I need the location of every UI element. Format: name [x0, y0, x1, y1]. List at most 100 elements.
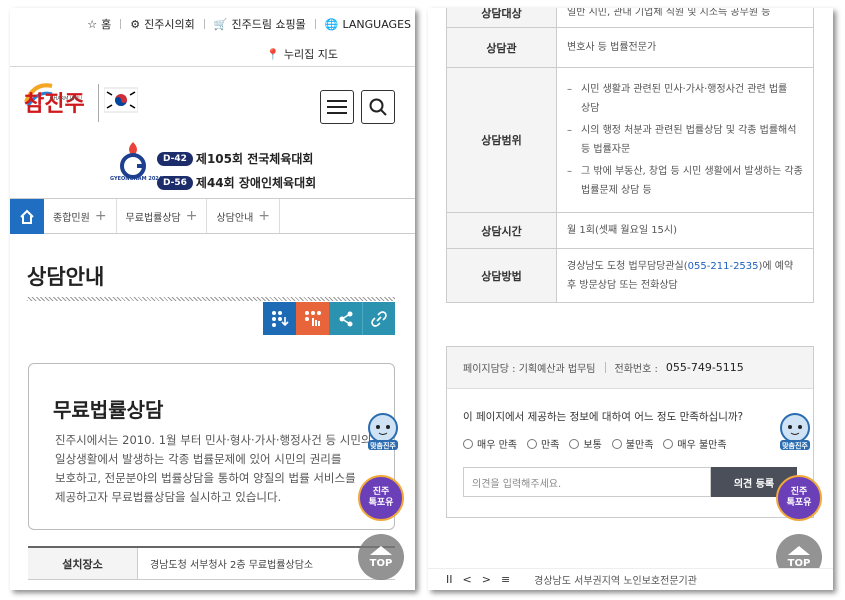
radio-button[interactable]	[463, 438, 473, 449]
touch-icon	[304, 310, 321, 326]
talk-line2: 톡포유	[368, 498, 394, 508]
location-value: 경남도청 서부청사 2층 무료법률상담소	[150, 560, 314, 571]
divider	[314, 19, 316, 29]
breadcrumb-nav: 종합민원 + 무료법률상담 + 상담안내 +	[10, 198, 415, 234]
method-pre: 경상남도 도청 법무담당관실(	[567, 260, 688, 272]
plus-icon: +	[185, 208, 198, 224]
row-label: 상담시간	[447, 213, 557, 248]
list-item: 그 밖에 부동산, 창업 등 시민 생활에서 발생하는 각종 법률문제 상담 등	[567, 162, 803, 200]
arrow-up-icon	[788, 545, 810, 555]
utility-council-link[interactable]: ⚙ 진주시의회	[130, 16, 194, 32]
talk-line1: 진주	[372, 487, 390, 497]
prev-button[interactable]: <	[463, 573, 472, 586]
copy-link-button[interactable]	[362, 302, 395, 335]
phone-number: 055-749-5115	[665, 361, 744, 374]
table-row: 상담방법 경상남도 도청 법무담당관실(055-211-2535)에 예약 후 …	[447, 249, 813, 303]
event-title: 제105회 전국체육대회	[195, 152, 314, 166]
option-very-dissatisfied[interactable]: 매우 불만족	[663, 436, 727, 451]
qr-download-icon	[271, 310, 289, 327]
table-row: 상담시간 월 1회(셋째 월요일 15시)	[447, 213, 813, 249]
share-toolbar	[263, 302, 395, 335]
mascot-caption: 맞춤진주	[370, 441, 396, 450]
table-row: 상담관 변호사 등 법률전문가	[447, 28, 813, 68]
utility-home-link[interactable]: ☆ 홈	[87, 16, 111, 32]
utility-mall-label: 진주드림 쇼핑몰	[231, 18, 306, 31]
nav-item-general[interactable]: 종합민원 +	[44, 199, 117, 233]
option-satisfied[interactable]: 만족	[526, 436, 559, 451]
menu-button[interactable]	[320, 90, 354, 124]
related-site-link[interactable]: 경상남도 서부권지역 노인보호전문기관	[534, 572, 697, 587]
radio-button[interactable]	[611, 438, 622, 449]
home-icon: ☆	[87, 17, 98, 31]
share-button[interactable]	[329, 302, 362, 335]
sitemap-link[interactable]: 📍 누리집 지도	[266, 46, 338, 62]
cart-icon: 🛒	[213, 17, 228, 31]
plus-icon: +	[258, 208, 271, 224]
radio-button[interactable]	[663, 438, 674, 449]
location-label: 설치장소	[28, 548, 138, 579]
utility-council-label: 진주시의회	[144, 18, 195, 31]
method-phone-link[interactable]: 055-211-2535	[688, 261, 759, 272]
satisfaction-survey: 페이지담당 : 기획예산과 법무팀 전화번호 : 055-749-5115 이 …	[446, 346, 814, 518]
divider	[203, 19, 205, 29]
sports-event-banner[interactable]: GYEONGNAM 2024 D-42 제105회 전국체육대회 D-56 제4…	[110, 136, 320, 192]
logo-divider	[98, 84, 99, 122]
home-icon	[20, 209, 34, 224]
talk-for-you-button[interactable]: 진주 톡포유	[358, 475, 404, 521]
method-text: 경상남도 도청 법무담당관실(055-211-2535)에 예약 후 방문상담 …	[567, 257, 803, 295]
mascot-icon: 맞춤진주	[780, 413, 810, 450]
site-logo[interactable]: 참진주 CHARM JINJU	[24, 78, 138, 130]
mascot-icon: 맞춤진주	[368, 413, 398, 450]
link-icon	[371, 310, 387, 327]
row-label: 상담대상	[447, 8, 557, 27]
phone-label: 전화번호 :	[614, 364, 658, 375]
utility-languages-link[interactable]: 🌐 LANGUAGES	[325, 18, 411, 31]
scroll-top-button[interactable]: TOP	[358, 534, 404, 580]
option-neutral[interactable]: 보통	[569, 436, 602, 451]
top-label: TOP	[787, 557, 811, 569]
council-icon: ⚙	[130, 17, 141, 31]
mascot-caption: 맞춤진주	[782, 441, 808, 450]
list-item: 시민 생활과 관련된 민사·가사·행정사건 관련 법률 상담	[567, 80, 803, 118]
utility-mall-link[interactable]: 🛒 진주드림 쇼핑몰	[214, 16, 306, 32]
opinion-input[interactable]: 의견을 입력해주세요.	[463, 467, 711, 497]
row-value: 변호사 등 법률전문가	[567, 42, 657, 53]
utility-home-label: 홈	[101, 18, 112, 31]
touch-button[interactable]	[296, 302, 329, 335]
manager-text: 페이지담당 : 기획예산과 법무팀	[463, 364, 596, 375]
pause-button[interactable]: II	[446, 573, 453, 586]
logo-text: 참진주	[24, 92, 85, 117]
option-dissatisfied[interactable]: 불만족	[611, 436, 653, 451]
scope-list: 시민 생활과 관련된 민사·가사·행정사건 관련 법률 상담 시의 행정 처분과…	[567, 71, 803, 209]
nav-home-button[interactable]	[10, 199, 44, 234]
list-button[interactable]: ≡	[501, 573, 510, 586]
title-underline	[27, 297, 395, 301]
table-row: 상담대상 일반 시민, 관내 기업체 직원 및 지소득 공무원 등	[447, 8, 813, 28]
search-button[interactable]	[361, 90, 395, 124]
list-item: 시의 행정 처분과 관련된 법률상담 및 각종 법률해석 등 법률자문	[567, 121, 803, 159]
nav-item-guide[interactable]: 상담안내 +	[207, 199, 281, 233]
talk-line1: 진주	[790, 487, 808, 497]
option-very-satisfied[interactable]: 매우 만족	[463, 436, 517, 451]
row-value: 월 1회(셋째 월요일 15시)	[567, 225, 678, 236]
row-label: 상담관	[447, 28, 557, 67]
radio-button[interactable]	[526, 438, 537, 449]
talk-for-you-button[interactable]: 진주 톡포유	[776, 475, 822, 521]
emblem-caption: GYEONGNAM 2024	[110, 176, 163, 182]
divider	[604, 362, 606, 373]
option-label: 매우 만족	[477, 440, 517, 451]
nav-item-legal[interactable]: 무료법률상담 +	[117, 199, 208, 233]
talk-line2: 톡포유	[786, 498, 812, 508]
next-button[interactable]: >	[482, 573, 491, 586]
nav-item-label: 종합민원	[53, 212, 90, 224]
table-row: 상담범위 시민 생활과 관련된 민사·가사·행정사건 관련 법률 상담 시의 행…	[447, 68, 813, 213]
location-row: 설치장소 경남도청 서부청사 2층 무료법률상담소	[28, 546, 395, 580]
consultation-table: 상담대상 일반 시민, 관내 기업체 직원 및 지소득 공무원 등 상담관 변호…	[446, 8, 814, 303]
qr-download-button[interactable]	[263, 302, 296, 335]
dday-badge: D-56	[157, 175, 193, 190]
mascot-button[interactable]: 맞춤진주	[364, 412, 402, 454]
share-icon	[339, 311, 352, 326]
mascot-button[interactable]: 맞춤진주	[776, 412, 814, 454]
utility-languages-label: LANGUAGES	[342, 17, 412, 31]
radio-button[interactable]	[569, 438, 580, 449]
